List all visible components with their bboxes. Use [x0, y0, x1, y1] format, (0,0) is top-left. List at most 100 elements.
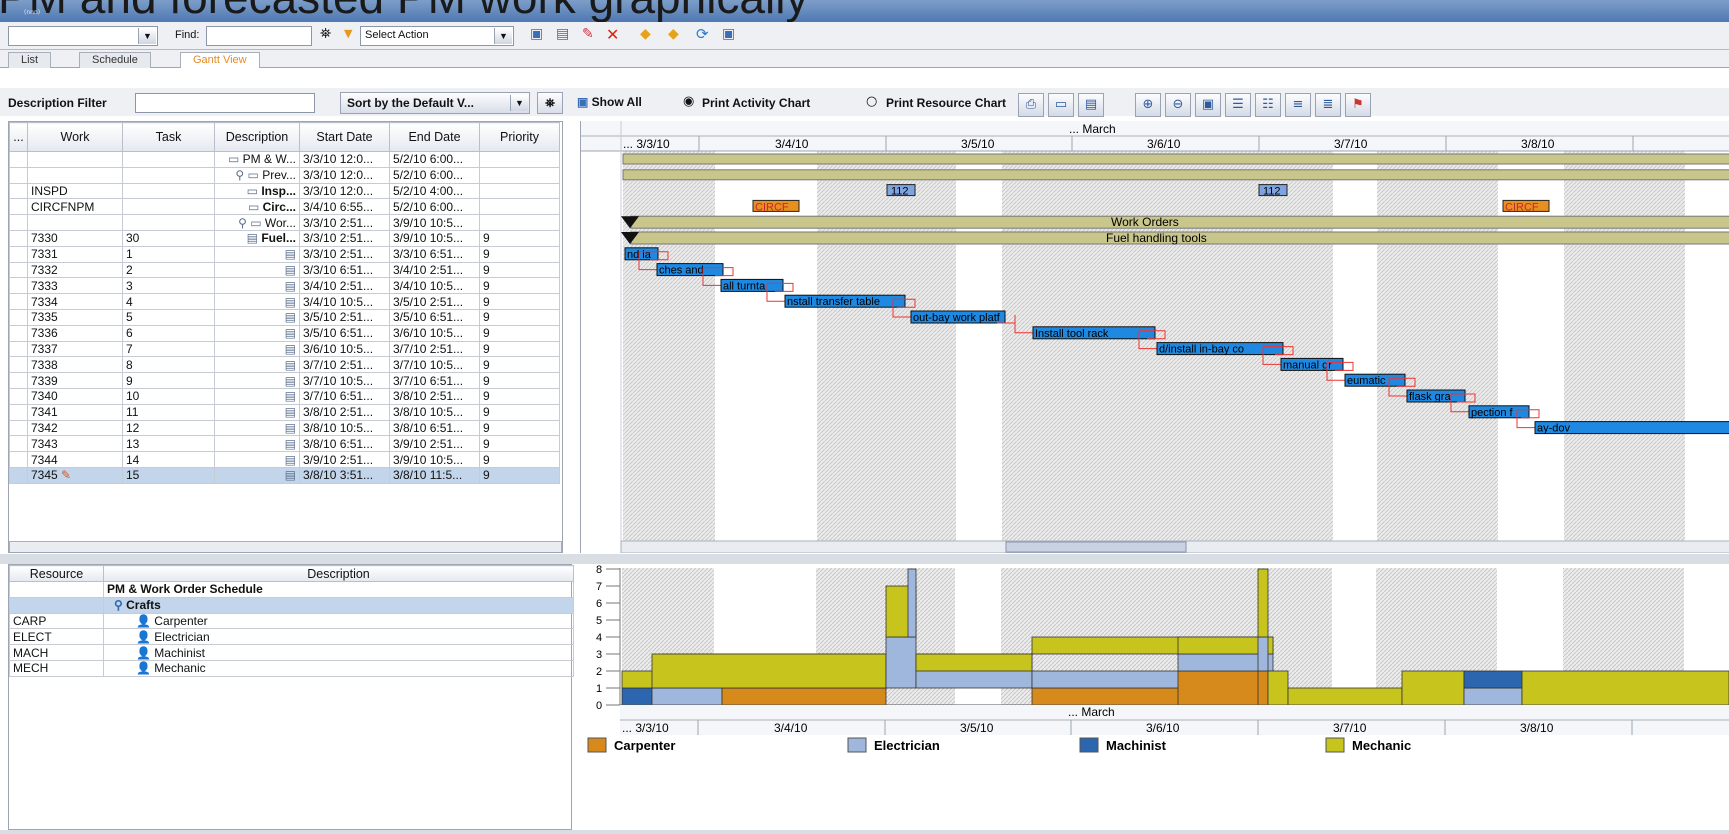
table-row[interactable]: 7333 3 ▤ 3/4/10 2:51... 3/4/10 10:5... 9: [9, 277, 560, 295]
radio-unselected-icon[interactable]: ○: [866, 94, 877, 109]
resource-column-header[interactable]: Resource: [9, 565, 104, 582]
resource-row[interactable]: MACH 👤 Machinist: [9, 644, 574, 661]
craft-label: Mechanic: [154, 661, 206, 676]
y-tick-label: 3: [596, 649, 602, 661]
expand-icon[interactable]: ☰: [1225, 93, 1251, 117]
find-input[interactable]: [206, 26, 312, 46]
table-cell: [9, 372, 28, 389]
tree-node-icon[interactable]: ⚲: [114, 598, 126, 612]
gantt-canvas: ... March ... 3/3/10 3/4/10 3/5/10 3/6/10 3/7…: [581, 121, 1729, 554]
table-row[interactable]: 7335 5 ▤ 3/5/10 2:51... 3/5/10 6:51... 9: [9, 308, 560, 326]
table-row[interactable]: 7334 4 ▤ 3/4/10 10:5... 3/5/10 2:51... 9: [9, 293, 560, 310]
column-header-0[interactable]: ...: [9, 122, 28, 152]
outdent-icon[interactable]: ≣: [1315, 93, 1341, 117]
binoculars-button[interactable]: ⛯: [537, 92, 563, 114]
table-row[interactable]: INSPD ▭ Insp... 3/3/10 12:0... 5/2/10 4:00.…: [9, 182, 560, 200]
summary-bar: [622, 153, 1729, 165]
show-all-button[interactable]: ▣ Show All: [571, 92, 659, 114]
legend-label: Carpenter: [614, 738, 675, 753]
column-header-4[interactable]: Start Date: [299, 122, 390, 152]
horizontal-scrollbar[interactable]: [9, 541, 562, 552]
prev-icon[interactable]: ◆: [640, 26, 651, 42]
table-row[interactable]: CIRCFNPM ▭ Circ... 3/4/10 6:55... 5/2/10 6:…: [9, 198, 560, 216]
table-row[interactable]: 7331 1 ▤ 3/3/10 2:51... 3/3/10 6:51... 9: [9, 245, 560, 263]
table-row[interactable]: 7330 30 ▤ Fuel... 3/3/10 2:51... 3/9/10 10:5…: [9, 229, 560, 247]
table-cell: 5/2/10 6:00...: [389, 198, 480, 216]
table-row[interactable]: 7340 10 ▤ 3/7/10 6:51... 3/8/10 2:51... 9: [9, 387, 560, 405]
filter-icon[interactable]: ▼: [344, 27, 352, 40]
resource-row[interactable]: PM & Work Order Schedule: [9, 581, 574, 598]
column-header-2[interactable]: Task: [122, 122, 215, 152]
histogram-bar: [651, 653, 887, 689]
table-row[interactable]: 7344 14 ▤ 3/9/10 2:51... 3/9/10 10:5... 9: [9, 451, 560, 468]
document-icon: ▤: [284, 341, 296, 356]
table-cell: 3/6/10 10:5...: [299, 340, 390, 358]
sort-select[interactable]: Sort by the Default V... ▼: [340, 92, 530, 114]
table-cell: 6: [122, 324, 215, 342]
table-row[interactable]: 7343 13 ▤ 3/8/10 6:51... 3/9/10 2:51... 9: [9, 435, 560, 453]
preview-icon[interactable]: ▤: [1078, 93, 1104, 117]
table-cell: [9, 451, 28, 468]
column-header-3[interactable]: Description: [214, 122, 300, 152]
table-cell: 3/8/10 11:5...: [389, 466, 480, 484]
histogram-canvas: 8 7 6 5 4 3 2 1 0 ... March ... 3/3/10 3/4/10 3/5/10…: [580, 564, 1729, 830]
resource-row[interactable]: CARP 👤 Carpenter: [9, 612, 574, 630]
binoculars-icon[interactable]: ⛯: [320, 26, 331, 42]
splitter[interactable]: [0, 554, 1729, 564]
table-cell: 11: [122, 403, 215, 421]
table-row[interactable]: ⚲ ▭ Prev... 3/3/10 12:0... 5/2/10 6:00...: [9, 166, 560, 184]
resource-row[interactable]: ELECT 👤 Electrician: [9, 628, 574, 646]
table-row[interactable]: 7341 11 ▤ 3/8/10 2:51... 3/8/10 10:5... 9: [9, 403, 560, 421]
resource-row[interactable]: MECH 👤 Mechanic: [9, 659, 574, 677]
folder-icon: ⚲ ▭: [235, 168, 263, 183]
table-row[interactable]: ▭ PM & W... 3/3/10 12:0... 5/2/10 6:00...: [9, 151, 560, 168]
table-row[interactable]: 7332 2 ▤ 3/3/10 6:51... 3/4/10 2:51... 9: [9, 261, 560, 279]
page-icon[interactable]: ▭: [1048, 93, 1074, 117]
next-icon[interactable]: ◆: [668, 26, 679, 42]
zoom-in-icon[interactable]: ⊕: [1135, 93, 1161, 117]
refresh-icon[interactable]: ⟳: [696, 25, 709, 43]
eraser-icon[interactable]: ✎: [582, 26, 594, 42]
hatched-band: [1377, 151, 1498, 543]
delete-icon[interactable]: ✕: [606, 25, 619, 44]
query-select[interactable]: ▼: [8, 26, 158, 46]
edit-icon[interactable]: ✎: [58, 468, 71, 482]
collapse-icon[interactable]: ☷: [1255, 93, 1281, 117]
description-column-header[interactable]: Description: [103, 565, 574, 582]
window-icon[interactable]: ▣: [722, 26, 735, 42]
table-row[interactable]: 7342 12 ▤ 3/8/10 10:5... 3/8/10 6:51... 9: [9, 419, 560, 437]
link-icon[interactable]: ⚑: [1345, 93, 1371, 117]
histogram-bar: [621, 687, 653, 706]
table-cell: 15: [122, 466, 215, 484]
date-label: 3/5/10: [960, 721, 994, 735]
table-cell: 9: [479, 245, 560, 263]
zoom-out-icon[interactable]: ⊖: [1165, 93, 1191, 117]
tab-gantt-view[interactable]: Gantt View: [180, 52, 260, 69]
table-cell: 7342: [27, 419, 123, 437]
tab-schedule[interactable]: Schedule: [79, 52, 151, 68]
table-row[interactable]: 7338 8 ▤ 3/7/10 2:51... 3/7/10 10:5... 9: [9, 356, 560, 374]
resource-row[interactable]: ⚲ Crafts: [9, 596, 574, 614]
legend-label: Mechanic: [1352, 738, 1411, 753]
table-row[interactable]: 7337 7 ▤ 3/6/10 10:5... 3/7/10 2:51... 9: [9, 340, 560, 358]
table-row[interactable]: ⚲ ▭ Wor... 3/3/10 2:51... 3/9/10 10:5...: [9, 214, 560, 231]
column-header-1[interactable]: Work: [27, 122, 123, 152]
action-select[interactable]: Select Action ▼: [360, 26, 514, 46]
task-bar-label: flask gra: [1409, 391, 1451, 403]
column-header-6[interactable]: Priority: [479, 122, 560, 152]
description-filter-input[interactable]: [135, 93, 315, 113]
print-icon[interactable]: ⎙: [1018, 93, 1044, 117]
document-icon: ▤: [284, 278, 296, 293]
column-header-5[interactable]: End Date: [389, 122, 480, 152]
table-row[interactable]: 7336 6 ▤ 3/5/10 6:51... 3/6/10 10:5... 9: [9, 324, 560, 342]
tab-list[interactable]: List: [8, 52, 52, 68]
indent-icon[interactable]: ≡: [1285, 93, 1311, 117]
radio-selected-icon[interactable]: ◉: [683, 94, 694, 109]
calendar-icon[interactable]: ▣: [530, 26, 543, 42]
save-icon[interactable]: ▤: [556, 26, 569, 42]
fit-icon[interactable]: ▣: [1195, 93, 1221, 117]
histogram-bar: [651, 687, 723, 706]
table-row[interactable]: 7345 ✎ 15 ▤ 3/8/10 3:51... 3/8/10 11:5... 9: [9, 466, 560, 484]
table-cell: ▤: [214, 466, 300, 484]
table-row[interactable]: 7339 9 ▤ 3/7/10 10:5... 3/7/10 6:51... 9: [9, 372, 560, 389]
